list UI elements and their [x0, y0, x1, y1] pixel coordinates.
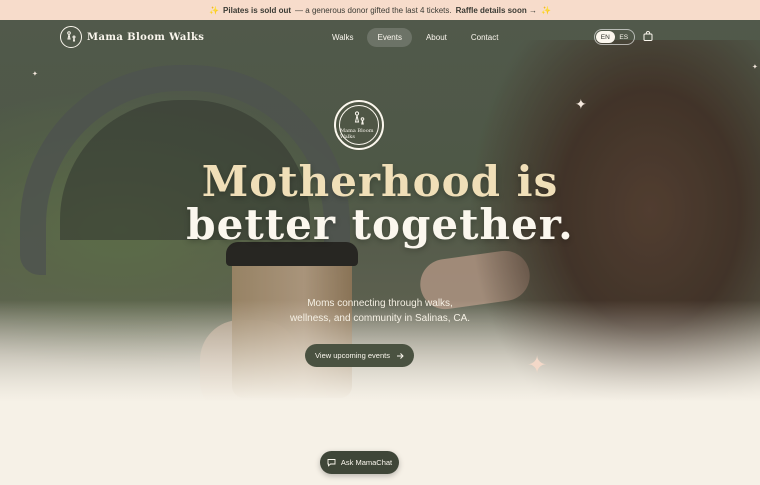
sparkle-icon: ✦: [32, 71, 38, 78]
hero-badge-logo: Mama Bloom Walks: [334, 100, 384, 150]
subtitle-line2: wellness, and community in Salinas, CA.: [289, 313, 471, 324]
sparkle-icon: ✦: [752, 64, 758, 71]
nav-walks[interactable]: Walks: [322, 28, 363, 47]
language-toggle: EN ES: [594, 29, 635, 45]
shopping-bag-icon[interactable]: [643, 31, 653, 41]
brand-name: Mama Bloom Walks: [87, 31, 205, 43]
nav-contact[interactable]: Contact: [461, 28, 509, 47]
lang-en-button[interactable]: EN: [596, 31, 615, 43]
hero-headline: Motherhood is better together.: [0, 160, 760, 246]
brand-link[interactable]: Mama Bloom Walks: [60, 26, 204, 48]
sparkle-icon: ✦: [527, 352, 548, 379]
arrow-right-icon: [396, 352, 404, 359]
sparkle-icon: ✦: [575, 96, 587, 112]
view-events-button[interactable]: View upcoming events: [305, 344, 414, 367]
headline-line2: better together.: [186, 200, 574, 249]
sparkles-icon: ✨: [540, 5, 551, 15]
lang-es-button[interactable]: ES: [615, 31, 634, 43]
chat-label: Ask MamaChat: [340, 458, 393, 467]
cta-label: View upcoming events: [315, 351, 390, 360]
announcement-text: — a generous donor gifted the last 4 tic…: [295, 5, 452, 15]
top-nav: Mama Bloom Walks Walks Events About Cont…: [0, 20, 760, 54]
ask-mamachat-button[interactable]: Ask MamaChat: [320, 451, 399, 474]
raffle-link[interactable]: Raffle details soon →: [456, 6, 537, 15]
headline-line1: Motherhood is: [201, 157, 559, 206]
announcement-bar: ✨ Pilates is sold out — a generous donor…: [0, 0, 760, 20]
main-menu: Walks Events About Contact: [322, 28, 508, 47]
hero-subtitle: Moms connecting through walks, wellness,…: [230, 296, 530, 326]
mother-child-logo-icon: [354, 111, 365, 125]
nav-events[interactable]: Events: [367, 28, 412, 47]
nav-about[interactable]: About: [416, 28, 457, 47]
mother-child-logo-icon: [60, 26, 82, 48]
chat-bubble-icon: [327, 459, 336, 467]
announcement-lead: Pilates is sold out: [223, 5, 292, 15]
subtitle-line1: Moms connecting through walks,: [307, 298, 453, 309]
badge-text: Mama Bloom Walks: [340, 128, 374, 140]
sparkles-icon: ✨: [209, 5, 220, 15]
